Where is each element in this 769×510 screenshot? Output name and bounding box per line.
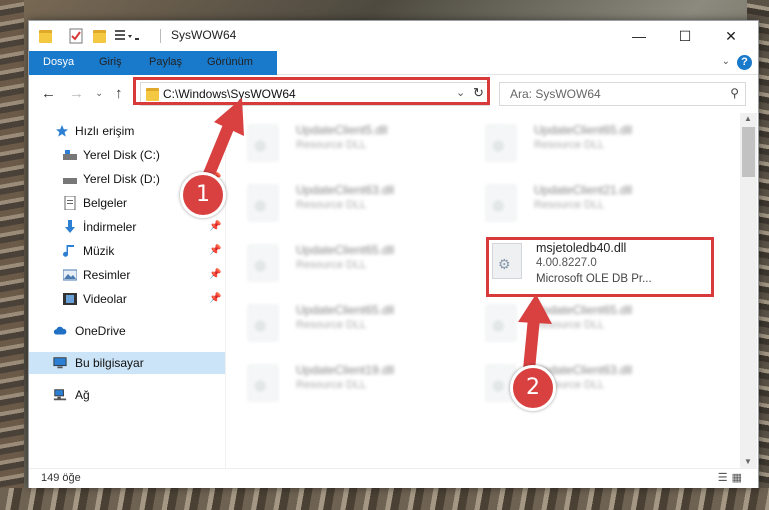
annotation-layer <box>194 98 552 386</box>
step-1-badge: 1 <box>180 172 226 218</box>
step-2-badge: 2 <box>510 365 556 411</box>
